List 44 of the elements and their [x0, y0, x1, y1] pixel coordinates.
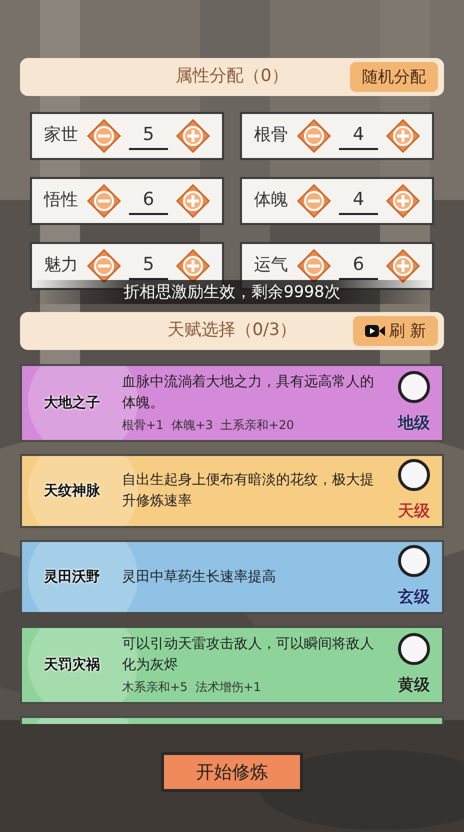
- talent-grade: 玄级: [398, 586, 430, 608]
- talent-card[interactable]: 天纹神脉 自出生起身上便布有暗淡的花纹，极大提升修炼速率 天级: [20, 454, 444, 528]
- video-icon: [364, 324, 385, 338]
- radio-button[interactable]: [398, 633, 430, 665]
- talent-description: 灵田中草药生长速率提高: [122, 568, 277, 586]
- talent-name: 天纹神脉: [44, 482, 100, 500]
- talent-description: 血脉中流淌着大地之力，具有远高常人的体魄。: [122, 373, 375, 413]
- section-title: 天赋选择（0/3）: [167, 319, 297, 342]
- talent-card[interactable]: 天罚灾祸 可以引动天雷攻击敌人，可以瞬间将敌人化为灰烬 木系亲和+5 法术增伤+1 黄级: [20, 626, 444, 704]
- attribute-label: 根骨: [254, 124, 289, 148]
- attribute-value: 5: [129, 122, 168, 150]
- attribute-value: 6: [339, 252, 378, 280]
- talent-grade: 天级: [398, 500, 430, 522]
- attribute-value: 4: [339, 187, 378, 215]
- talent-grade: 黄级: [398, 674, 430, 696]
- talent-bonus: 根骨+1 体魄+3 土系亲和+20: [122, 417, 295, 434]
- talent-grade: 地级: [398, 412, 430, 434]
- start-button[interactable]: 开始修炼: [161, 752, 303, 792]
- attribute-label: 家世: [44, 124, 79, 148]
- section-title: 属性分配（0）: [176, 65, 288, 88]
- random-button[interactable]: 随机分配: [350, 62, 438, 92]
- attribute-label: 魅力: [44, 254, 79, 278]
- talent-card[interactable]: 灵田沃野 灵田中草药生长速率提高 玄级: [20, 540, 444, 614]
- talent-bonus: 木系亲和+5 法术增伤+1: [122, 679, 262, 696]
- talent-description: 自出生起身上便布有暗淡的花纹，极大提升修炼速率: [122, 471, 375, 511]
- attribute-label: 体魄: [254, 189, 289, 212]
- radio-button[interactable]: [398, 371, 430, 403]
- attribute-value: 4: [339, 122, 378, 150]
- attribute-value: 5: [129, 252, 168, 280]
- radio-button[interactable]: [398, 459, 430, 491]
- talent-name: 天罚灾祸: [44, 656, 100, 674]
- minus-icon[interactable]: [87, 249, 121, 283]
- plus-icon[interactable]: [176, 249, 210, 283]
- minus-icon[interactable]: [297, 249, 331, 283]
- radio-button[interactable]: [398, 545, 430, 577]
- talent-name: 大地之子: [44, 394, 100, 412]
- talent-card[interactable]: 大地之子 血脉中流淌着大地之力，具有远高常人的体魄。 根骨+1 体魄+3 土系亲和+20 地级: [20, 364, 444, 442]
- attribute-value: 6: [129, 187, 168, 215]
- toast-message: 折相思激励生效，剩余9998次: [124, 282, 340, 302]
- attribute-label: 运气: [254, 254, 289, 278]
- talent-description: 可以引动天雷攻击敌人，可以瞬间将敌人化为灰烬: [122, 635, 375, 675]
- talent-name: 灵田沃野: [44, 568, 100, 586]
- attribute-label: 悟性: [44, 189, 79, 212]
- refresh-button[interactable]: 刷 新: [352, 316, 438, 346]
